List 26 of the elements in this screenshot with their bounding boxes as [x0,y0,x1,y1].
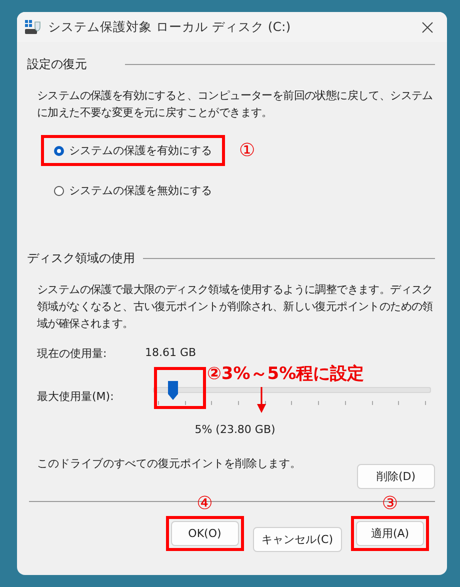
window-title: システム保護対象 ローカル ディスク (C:) [48,18,292,36]
annotation-text: ②3%～5%程に設定 [207,363,364,385]
arrow-icon [257,387,266,413]
dialog-button[interactable]: 適用(A) [356,521,424,546]
max-usage-value: 5% (23.80 GB) [194,423,276,436]
group-heading: 設定の復元 [27,56,87,73]
current-usage-label: 現在の使用量: [37,346,108,361]
close-icon[interactable] [422,22,433,32]
description-text: システムの保護を有効にすると、コンピューターを前回の状態に戻して、システムに加えた不要な変更を元に戻すことができます。 [37,88,434,121]
dialog-button[interactable]: キャンセル(C) [252,527,342,552]
max-usage-label: 最大使用量(M): [37,388,115,404]
step-marker: ① [239,140,256,161]
radio-button[interactable] [54,146,64,156]
radio-button[interactable] [54,186,64,196]
slider-thumb[interactable] [168,381,178,400]
drive-shield-icon [25,20,42,34]
group-heading: ディスク領域の使用 [27,250,135,267]
current-usage-value: 18.61 GB [145,346,196,361]
radio-option[interactable]: システムの保護を有効にする [52,140,214,161]
step-marker: ③ [382,494,398,514]
delete-button[interactable]: 削除(D) [357,464,435,489]
step-marker: ④ [196,494,213,514]
delete-description: このドライブのすべての復元ポイントを削除します。 [37,456,301,471]
radio-option[interactable]: システムの保護を無効にする [52,180,214,201]
dialog-button[interactable]: OK(O) [170,521,239,546]
description-text: システムの保護で最大限のディスク領域を使用するように調整できます。ディスク領域がなくなると、古い復元ポイントが削除され、新しい復元ポイントのための領域が確保されます。 [37,282,434,332]
